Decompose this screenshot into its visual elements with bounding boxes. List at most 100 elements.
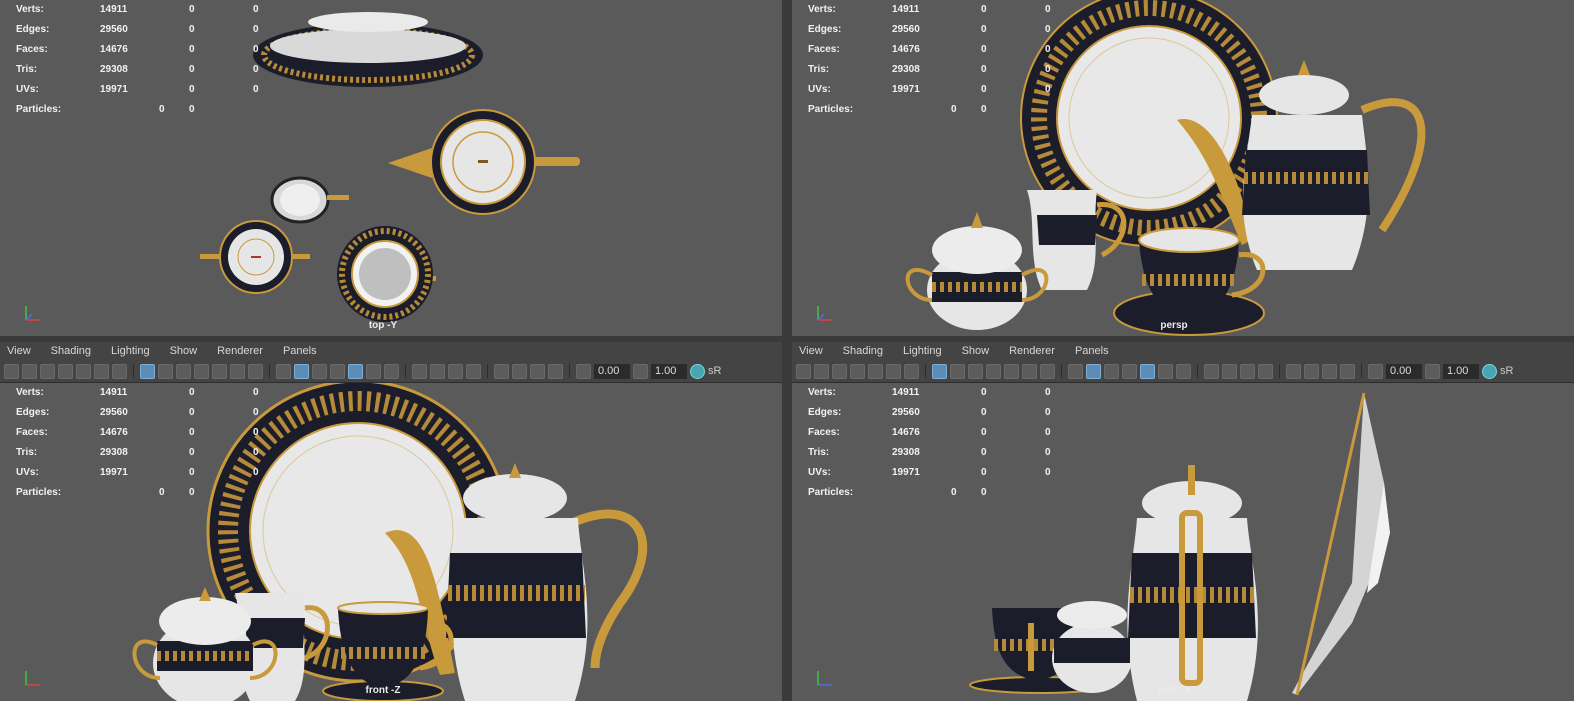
viewport-top[interactable]: Verts: 14911 0 0 Edges: 29560 0 0 Faces: 14676 0… [0,0,782,336]
motion-blur-icon[interactable] [430,363,445,379]
menu-shading[interactable]: Shading [843,345,883,357]
default-material-icon[interactable] [1104,363,1119,379]
field-chart-icon[interactable] [212,363,227,379]
menu-renderer[interactable]: Renderer [217,345,263,357]
gate-mask-icon[interactable] [194,363,209,379]
plate-model[interactable] [1292,392,1390,696]
grid-icon[interactable] [140,363,155,379]
anti-aliasing-icon[interactable] [448,363,463,379]
menu-show[interactable]: Show [170,345,198,357]
color-management-icon[interactable] [1482,363,1497,379]
xray-active-icon[interactable] [530,363,545,379]
viewport-panel-front[interactable]: View Shading Lighting Show Renderer Pane… [0,342,782,701]
camera-attributes-icon[interactable] [814,363,829,379]
grease-pencil-icon[interactable] [94,363,109,379]
bookmark-icon[interactable] [40,363,55,379]
viewport-panel-side[interactable]: View Shading Lighting Show Renderer Pane… [792,342,1574,701]
xray-joints-icon[interactable] [548,363,563,379]
depth-of-field-icon[interactable] [1258,363,1273,379]
textured-icon[interactable] [348,363,363,379]
cup-saucer-model[interactable] [337,226,436,322]
safe-title-icon[interactable] [248,363,263,379]
film-gate-icon[interactable] [158,363,173,379]
smooth-shade-icon[interactable] [294,363,309,379]
viewport-persp[interactable]: Verts: 14911 0 0 Edges: 29560 0 0 Faces: 14676 0… [792,0,1574,336]
exposure-field[interactable]: 0.00 [594,363,630,379]
safe-action-icon[interactable] [1022,363,1037,379]
viewport-panel-top[interactable]: Verts: 14911 0 0 Edges: 29560 0 0 Faces: 14676 0… [0,0,782,336]
camera-select-icon[interactable] [4,363,19,379]
two-d-pan-icon[interactable] [868,363,883,379]
use-all-lights-icon[interactable] [1158,363,1173,379]
color-space-label[interactable]: sR [708,365,721,377]
viewport-front[interactable]: Verts: 14911 0 0 Edges: 29560 0 0 Faces: 14676 0… [0,383,782,701]
sugar-bowl-model[interactable] [1052,601,1132,693]
wireframe-on-shaded-icon[interactable] [1122,363,1137,379]
camera-select-icon[interactable] [796,363,811,379]
use-all-lights-icon[interactable] [366,363,381,379]
camera-attributes-icon[interactable] [22,363,37,379]
viewport-panel-persp[interactable]: Verts: 14911 0 0 Edges: 29560 0 0 Faces: 14676 0… [792,0,1574,336]
sugar-bowl-model[interactable] [905,212,1049,330]
image-plane-icon[interactable] [58,363,73,379]
shadows-icon[interactable] [1176,363,1191,379]
gamma-icon[interactable] [633,363,648,379]
film-gate-icon[interactable] [950,363,965,379]
menu-panels[interactable]: Panels [1075,345,1109,357]
gate-mask-icon[interactable] [986,363,1001,379]
bookmark-flag-icon[interactable] [112,363,127,379]
grid-icon[interactable] [932,363,947,379]
menu-lighting[interactable]: Lighting [111,345,150,357]
depth-of-field-icon[interactable] [466,363,481,379]
grease-pencil-icon[interactable] [886,363,901,379]
stat-value: 0 [1045,64,1051,75]
exposure-icon[interactable] [576,363,591,379]
viewport-side[interactable]: Verts: 14911 0 0 Edges: 29560 0 0 Faces: 14676 0… [792,383,1574,701]
menu-renderer[interactable]: Renderer [1009,345,1055,357]
menu-panels[interactable]: Panels [283,345,317,357]
xray-joints-icon[interactable] [1340,363,1355,379]
shadows-icon[interactable] [384,363,399,379]
isolate-select-icon[interactable] [494,363,509,379]
teapot-model[interactable] [1127,465,1258,701]
teapot-model[interactable] [388,109,580,215]
sugar-bowl-model[interactable] [200,220,310,294]
safe-title-icon[interactable] [1040,363,1055,379]
exposure-icon[interactable] [1368,363,1383,379]
ambient-occlusion-icon[interactable] [1204,363,1219,379]
menu-view[interactable]: View [799,345,823,357]
xray-icon[interactable] [512,363,527,379]
xray-icon[interactable] [1304,363,1319,379]
wireframe-on-shaded-icon[interactable] [330,363,345,379]
color-space-label[interactable]: sR [1500,365,1513,377]
safe-action-icon[interactable] [230,363,245,379]
menu-view[interactable]: View [7,345,31,357]
creamer-model[interactable] [270,176,349,224]
field-chart-icon[interactable] [1004,363,1019,379]
gamma-icon[interactable] [1425,363,1440,379]
gamma-field[interactable]: 1.00 [651,363,687,379]
two-d-pan-icon[interactable] [76,363,91,379]
resolution-gate-icon[interactable] [968,363,983,379]
textured-icon[interactable] [1140,363,1155,379]
menu-lighting[interactable]: Lighting [903,345,942,357]
resolution-gate-icon[interactable] [176,363,191,379]
color-management-icon[interactable] [690,363,705,379]
bookmark-flag-icon[interactable] [904,363,919,379]
isolate-select-icon[interactable] [1286,363,1301,379]
menu-show[interactable]: Show [962,345,990,357]
wireframe-icon[interactable] [276,363,291,379]
menu-shading[interactable]: Shading [51,345,91,357]
anti-aliasing-icon[interactable] [1240,363,1255,379]
motion-blur-icon[interactable] [1222,363,1237,379]
wireframe-icon[interactable] [1068,363,1083,379]
exposure-field[interactable]: 0.00 [1386,363,1422,379]
bookmark-icon[interactable] [832,363,847,379]
gamma-field[interactable]: 1.00 [1443,363,1479,379]
ambient-occlusion-icon[interactable] [412,363,427,379]
smooth-shade-icon[interactable] [1086,363,1101,379]
default-material-icon[interactable] [312,363,327,379]
image-plane-icon[interactable] [850,363,865,379]
pane-splitter-vertical[interactable] [782,0,792,701]
xray-active-icon[interactable] [1322,363,1337,379]
